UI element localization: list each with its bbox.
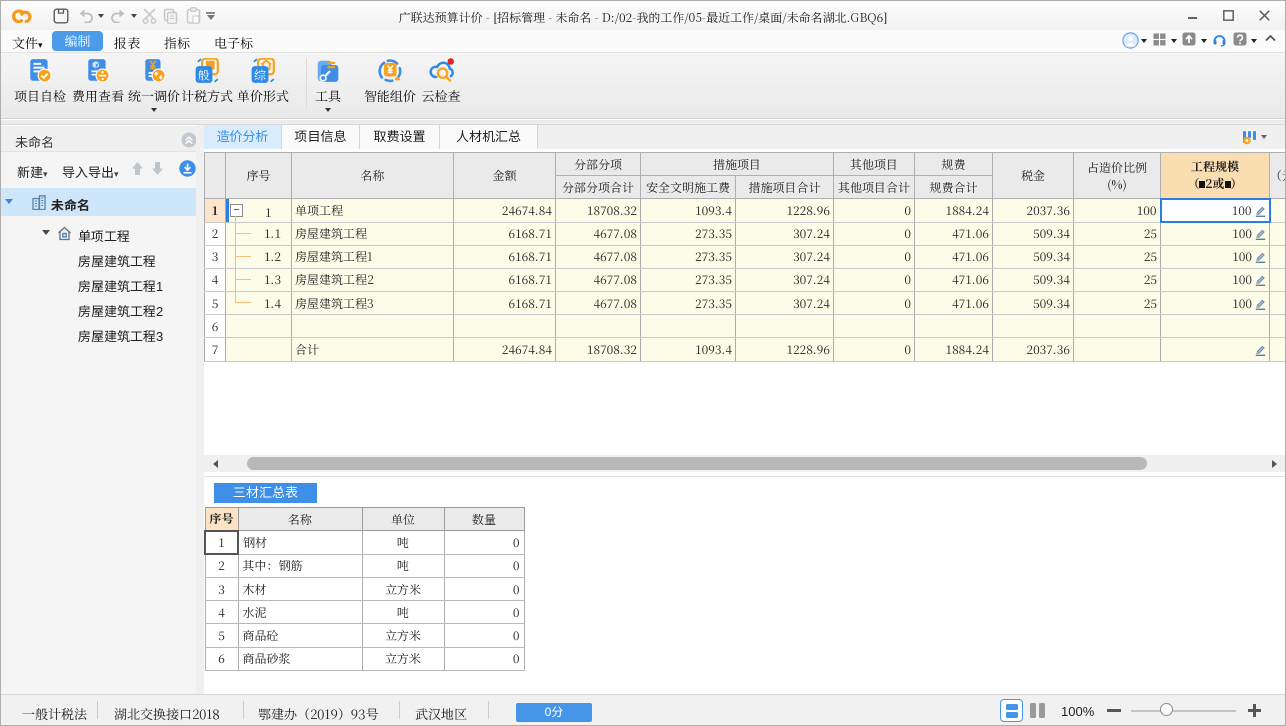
svg-text:般: 般 <box>198 66 210 83</box>
svg-text:综: 综 <box>254 66 266 83</box>
